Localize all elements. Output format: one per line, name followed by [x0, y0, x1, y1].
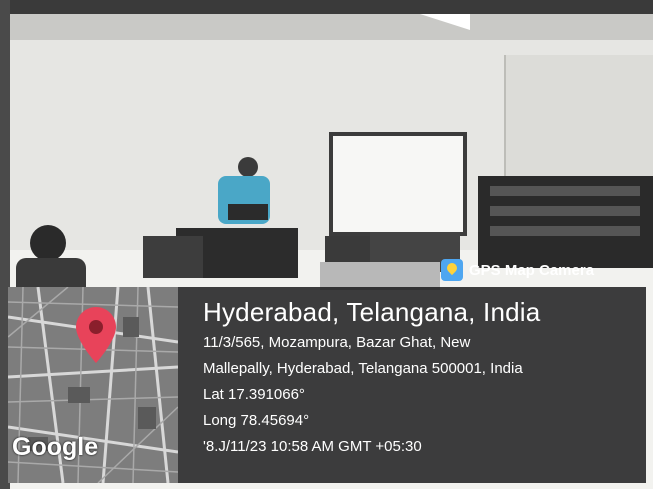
photo-frame: GPS Map Camera Google Hyderabad, Telanga…: [0, 0, 653, 489]
app-badge: GPS Map Camera: [441, 257, 594, 283]
gps-map-camera-app-icon: [441, 259, 463, 281]
city-title: Hyderabad, Telangana, India: [203, 297, 541, 327]
latitude: Lat 17.391066°: [203, 386, 305, 403]
map-pin-icon: [76, 307, 116, 363]
longitude: Long 78.45694°: [203, 412, 310, 429]
app-name: GPS Map Camera: [469, 261, 595, 279]
location-info: Hyderabad, Telangana, India 11/3/565, Mo…: [203, 296, 540, 462]
address-line-1: 11/3/565, Mozampura, Bazar Ghat, New: [203, 334, 471, 351]
google-logo: Google: [12, 433, 99, 461]
datetime: '8.J/11/23 10:58 AM GMT +05:30: [203, 438, 422, 455]
address-line-2: Mallepally, Hyderabad, Telangana 500001,…: [203, 360, 523, 377]
